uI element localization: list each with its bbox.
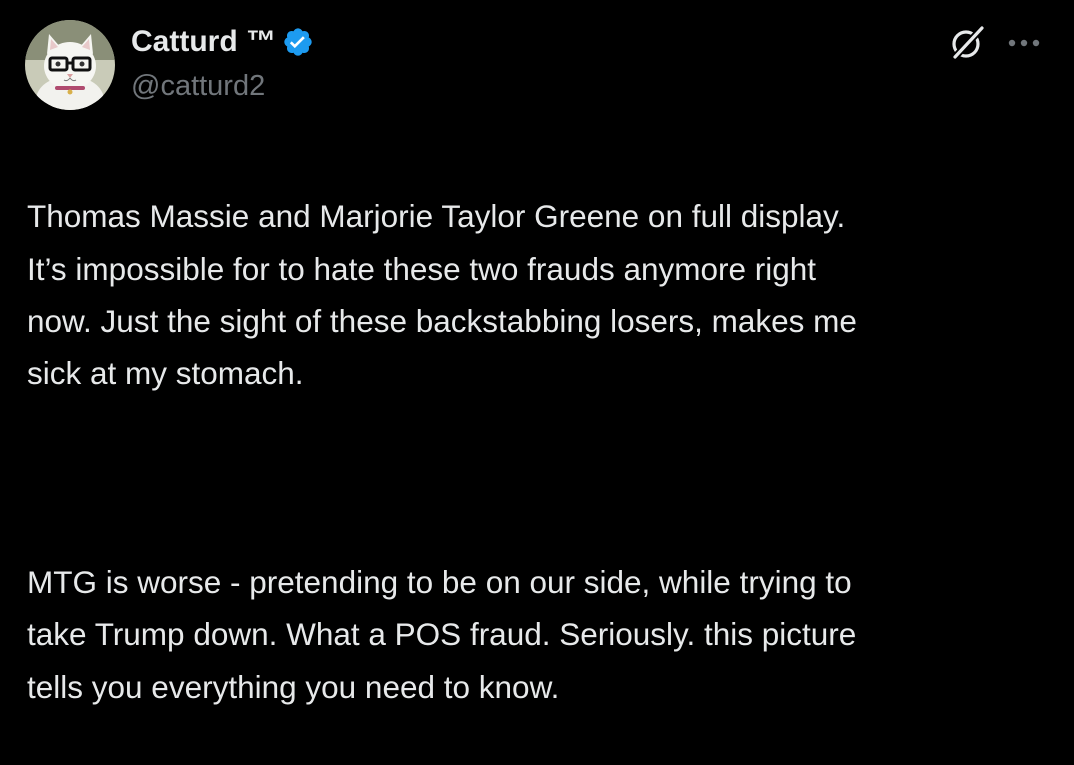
grok-icon[interactable] [948, 24, 986, 62]
tweet-card: Catturd ™ @catturd2 Thomas Massie and Ma… [0, 0, 1074, 705]
display-name[interactable]: Catturd ™ [131, 20, 276, 64]
author-info: Catturd ™ @catturd2 [131, 20, 314, 104]
tweet-paragraph-1: Thomas Massie and Marjorie Taylor Greene… [27, 198, 857, 392]
verified-badge-icon[interactable] [282, 26, 314, 58]
cat-with-glasses-avatar-icon [25, 20, 115, 110]
tweet-text: Thomas Massie and Marjorie Taylor Greene… [27, 138, 1057, 765]
user-handle[interactable]: @catturd2 [131, 68, 314, 104]
name-row: Catturd ™ [131, 20, 314, 64]
tweet-paragraph-2: MTG is worse - pretending to be on our s… [27, 564, 857, 705]
more-dots-icon[interactable] [1002, 26, 1046, 60]
avatar[interactable] [25, 20, 115, 110]
